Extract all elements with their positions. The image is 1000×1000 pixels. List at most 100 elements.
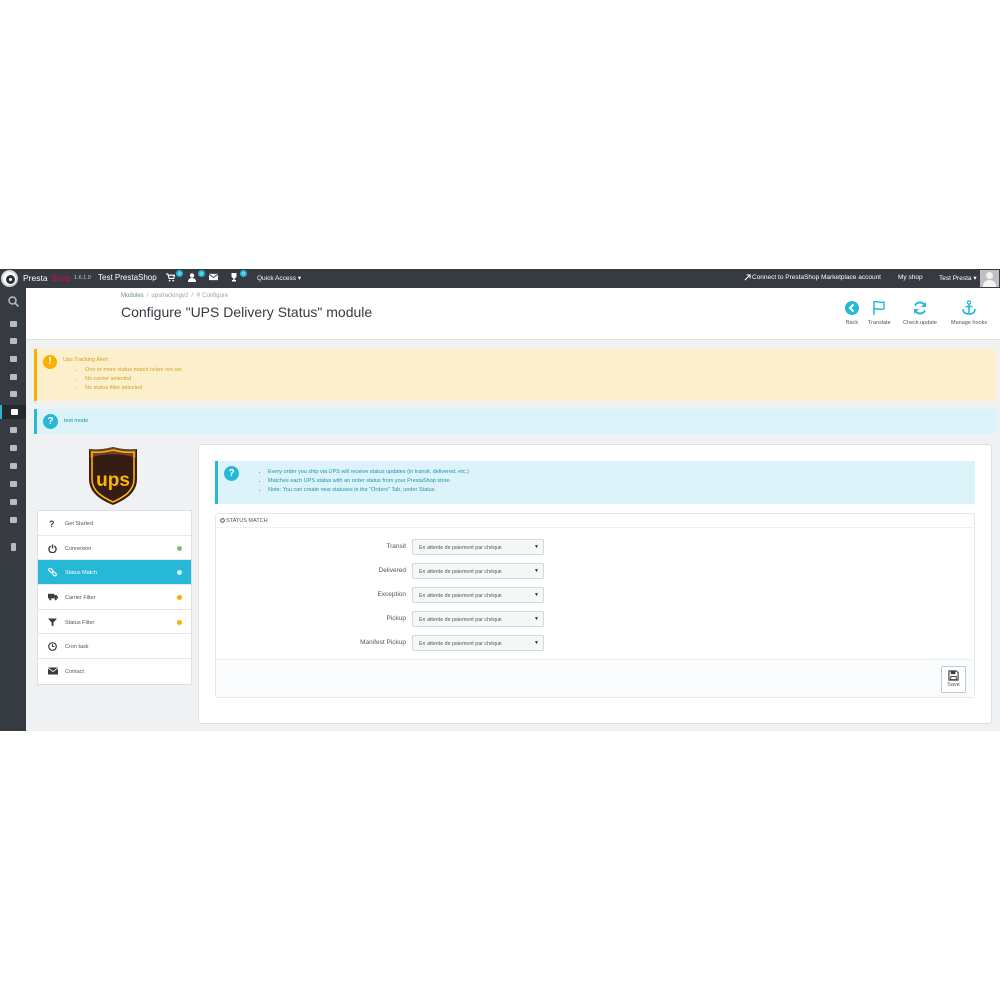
test-mode-alert: ? test mode (34, 409, 996, 434)
question-icon: ? (224, 466, 239, 481)
stats-icon[interactable] (5, 513, 21, 527)
status-select-exception[interactable]: En attente de paiement par chèque ▼ (412, 587, 544, 603)
manage-hooks-label: Manage hooks (951, 320, 988, 326)
caret-down-icon: ▼ (534, 568, 539, 574)
preferences-icon[interactable] (5, 459, 21, 473)
quick-access-dropdown[interactable]: Quick Access (257, 274, 301, 282)
manage-hooks-button[interactable]: Manage hooks (951, 300, 987, 326)
panel-footer: Save (216, 659, 974, 697)
modules-icon[interactable] (0, 405, 26, 419)
select-value: En attente de paiement par chèque (419, 545, 502, 551)
avatar[interactable] (980, 270, 999, 287)
connect-icon (744, 274, 751, 282)
status-select-manifest-pickup[interactable]: En attente de paiement par chèque ▼ (412, 635, 544, 651)
warning-item: No status filter selected (85, 384, 182, 393)
save-label: Save (947, 682, 960, 688)
administration-icon[interactable] (5, 495, 21, 509)
breadcrumb-module[interactable]: upstrackingv2 (151, 293, 188, 299)
trophy-icon[interactable]: 0 (230, 270, 247, 285)
menu-item-get-started[interactable]: ? Get Started (38, 511, 191, 536)
warning-icon: ! (43, 355, 57, 369)
advanced-parameters-icon[interactable] (5, 477, 21, 491)
info-item: Note: You can create new statuses in the… (268, 486, 469, 495)
page-title: Configure "UPS Delivery Status" module (121, 304, 373, 320)
localization-icon[interactable] (5, 441, 21, 455)
menu-item-status-match[interactable]: Status Match (38, 560, 191, 586)
form-row-transit: Transit En attente de paiement par chèqu… (216, 539, 974, 555)
status-select-transit[interactable]: En attente de paiement par chèque ▼ (412, 539, 544, 555)
caret-down-icon: ▼ (534, 640, 539, 646)
module-menu: ? Get Started Connexion Status Match Car… (37, 510, 192, 685)
brand-name-part1: Presta (23, 273, 48, 283)
app-window: Presta Shop 1.6.1.0 Test PrestaShop 4 2 … (0, 269, 1000, 731)
truck-icon (48, 593, 58, 602)
menu-item-contact[interactable]: Contact (38, 659, 191, 684)
filter-icon (48, 618, 58, 627)
menu-item-label: Cron task (65, 644, 89, 651)
customers-icon[interactable] (5, 370, 21, 384)
status-dot (177, 595, 182, 601)
caret-down-icon: ▼ (534, 544, 539, 550)
menu-item-cron-task[interactable]: Cron task (38, 634, 191, 660)
brand-name-part2: Shop (51, 273, 71, 283)
question-icon: ? (43, 414, 58, 429)
info-item: Matches each UPS status with an order st… (268, 477, 469, 486)
info-item: Every order you ship via UPS will receiv… (268, 468, 469, 477)
warning-alert: ! Ups Tracking Alert: One or more status… (34, 349, 996, 401)
menu-item-label: Connexion (65, 545, 92, 552)
breadcrumb: Modules / upstrackingv2/⚲ Configure (121, 293, 229, 299)
top-bar: Presta Shop 1.6.1.0 Test PrestaShop 4 2 … (0, 269, 1000, 288)
my-shop-link[interactable]: My shop (898, 274, 923, 281)
link-icon (48, 568, 58, 577)
search-icon[interactable] (5, 294, 21, 308)
status-select-delivered[interactable]: En attente de paiement par chèque ▼ (412, 563, 544, 579)
status-dot (177, 619, 182, 625)
orders-icon[interactable] (5, 334, 21, 348)
test-mode-text: test mode (64, 418, 89, 424)
flag-icon (873, 300, 886, 315)
catalog-icon[interactable] (5, 352, 21, 366)
price-rules-icon[interactable] (5, 387, 21, 401)
envelope-icon[interactable] (208, 273, 221, 285)
panel-heading-text: STATUS MATCH (226, 518, 268, 524)
select-value: En attente de paiement par chèque (419, 593, 502, 599)
back-button[interactable]: Back (844, 300, 860, 326)
status-select-pickup[interactable]: En attente de paiement par chèque ▼ (412, 611, 544, 627)
caret-down-icon: ▼ (534, 592, 539, 598)
user-menu[interactable]: Test Presta (939, 274, 977, 282)
check-update-button[interactable]: Check update (903, 300, 937, 326)
field-label: Transit (386, 543, 406, 550)
translate-button[interactable]: Translate (868, 300, 891, 326)
field-label: Pickup (386, 615, 406, 622)
cart-icon[interactable]: 4 (166, 270, 183, 285)
form-row-manifest-pickup: Manifest Pickup En attente de paiement p… (216, 635, 974, 651)
prestashop-logo[interactable] (1, 270, 18, 287)
shop-name-link[interactable]: Test PrestaShop (98, 273, 157, 282)
save-button[interactable]: Save (941, 666, 966, 693)
customer-icon[interactable]: 2 (188, 270, 205, 285)
select-value: En attente de paiement par chèque (419, 617, 502, 623)
menu-item-label: Carrier Filter (65, 595, 96, 602)
caret-down-icon: ▼ (534, 616, 539, 622)
status-match-info: ? Every order you ship via UPS will rece… (215, 461, 975, 504)
field-label: Delivered (378, 567, 406, 574)
more-icon[interactable] (5, 540, 21, 554)
menu-item-label: Get Started (65, 521, 94, 527)
shipping-icon[interactable] (5, 423, 21, 437)
svg-text:?: ? (49, 519, 55, 528)
menu-item-label: Status Filter (65, 619, 95, 626)
menu-item-status-filter[interactable]: Status Filter (38, 610, 191, 635)
breadcrumb-modules[interactable]: Modules (121, 293, 144, 299)
menu-item-connexion[interactable]: Connexion (38, 536, 191, 561)
warning-title: Ups Tracking Alert: (63, 357, 110, 363)
translate-label: Translate (868, 320, 891, 326)
info-list: Every order you ship via UPS will receiv… (268, 468, 469, 495)
warning-list: One or more status match is/are not set … (85, 366, 182, 393)
save-icon (948, 670, 959, 681)
connect-marketplace-link[interactable]: Connect to PrestaShop Marketplace accoun… (752, 274, 881, 281)
field-label: Manifest Pickup (360, 639, 406, 646)
page-header: Modules / upstrackingv2/⚲ Configure Config… (26, 288, 1000, 340)
warning-item: No carrier selected (85, 375, 182, 384)
dashboard-icon[interactable] (5, 317, 21, 331)
menu-item-carrier-filter[interactable]: Carrier Filter (38, 585, 191, 610)
